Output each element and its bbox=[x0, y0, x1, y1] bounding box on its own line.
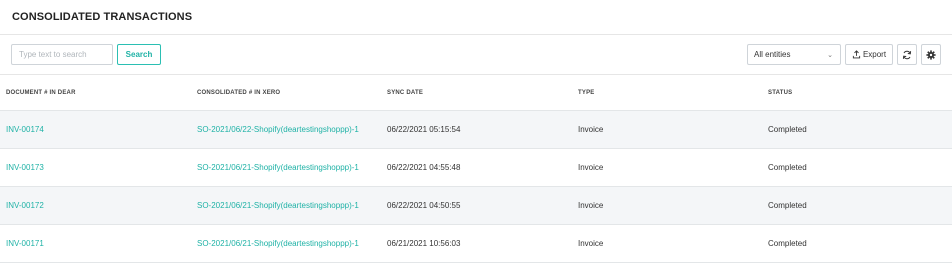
upload-icon bbox=[852, 50, 861, 59]
search-button[interactable]: Search bbox=[117, 44, 161, 65]
chevron-down-icon: ⌄ bbox=[827, 52, 833, 59]
table-row: INV-00171 SO-2021/06/21-Shopify(deartest… bbox=[0, 225, 952, 263]
status-cell: Completed bbox=[768, 163, 807, 172]
refresh-button[interactable] bbox=[897, 44, 917, 65]
search-input[interactable] bbox=[11, 44, 113, 65]
sync-date-cell: 06/22/2021 05:15:54 bbox=[387, 125, 461, 134]
settings-button[interactable] bbox=[921, 44, 941, 65]
type-cell: Invoice bbox=[578, 239, 604, 248]
table-header: DOCUMENT # IN DEAR CONSOLIDATED # IN XER… bbox=[0, 75, 952, 111]
document-link[interactable]: INV-00172 bbox=[6, 201, 44, 210]
table-row: INV-00172 SO-2021/06/21-Shopify(deartest… bbox=[0, 187, 952, 225]
type-cell: Invoice bbox=[578, 125, 604, 134]
consolidated-link[interactable]: SO-2021/06/21-Shopify(deartestingshoppp)… bbox=[197, 163, 359, 172]
entity-filter-select[interactable]: All entities ⌄ bbox=[747, 44, 841, 65]
consolidated-link[interactable]: SO-2021/06/21-Shopify(deartestingshoppp)… bbox=[197, 201, 359, 210]
document-link[interactable]: INV-00173 bbox=[6, 163, 44, 172]
gear-icon bbox=[926, 49, 936, 60]
sync-date-cell: 06/22/2021 04:50:55 bbox=[387, 201, 461, 210]
column-header-status[interactable]: STATUS bbox=[768, 90, 792, 96]
column-header-document[interactable]: DOCUMENT # IN DEAR bbox=[6, 90, 76, 96]
document-link[interactable]: INV-00171 bbox=[6, 239, 44, 248]
title-divider bbox=[0, 34, 952, 35]
column-header-sync-date[interactable]: SYNC DATE bbox=[387, 90, 423, 96]
status-cell: Completed bbox=[768, 125, 807, 134]
page-title: CONSOLIDATED TRANSACTIONS bbox=[12, 11, 193, 23]
consolidated-link[interactable]: SO-2021/06/22-Shopify(deartestingshoppp)… bbox=[197, 125, 359, 134]
type-cell: Invoice bbox=[578, 201, 604, 210]
column-header-type[interactable]: TYPE bbox=[578, 90, 594, 96]
table-row: INV-00174 SO-2021/06/22-Shopify(deartest… bbox=[0, 111, 952, 149]
refresh-icon bbox=[902, 50, 912, 59]
table-row: INV-00173 SO-2021/06/21-Shopify(deartest… bbox=[0, 149, 952, 187]
type-cell: Invoice bbox=[578, 163, 604, 172]
sync-date-cell: 06/21/2021 10:56:03 bbox=[387, 239, 461, 248]
column-header-consolidated[interactable]: CONSOLIDATED # IN XERO bbox=[197, 90, 280, 96]
consolidated-link[interactable]: SO-2021/06/21-Shopify(deartestingshoppp)… bbox=[197, 239, 359, 248]
status-cell: Completed bbox=[768, 239, 807, 248]
export-label: Export bbox=[862, 50, 887, 59]
sync-date-cell: 06/22/2021 04:55:48 bbox=[387, 163, 461, 172]
export-button[interactable]: Export bbox=[845, 44, 893, 65]
entity-filter-value: All entities bbox=[754, 50, 791, 59]
document-link[interactable]: INV-00174 bbox=[6, 125, 44, 134]
status-cell: Completed bbox=[768, 201, 807, 210]
